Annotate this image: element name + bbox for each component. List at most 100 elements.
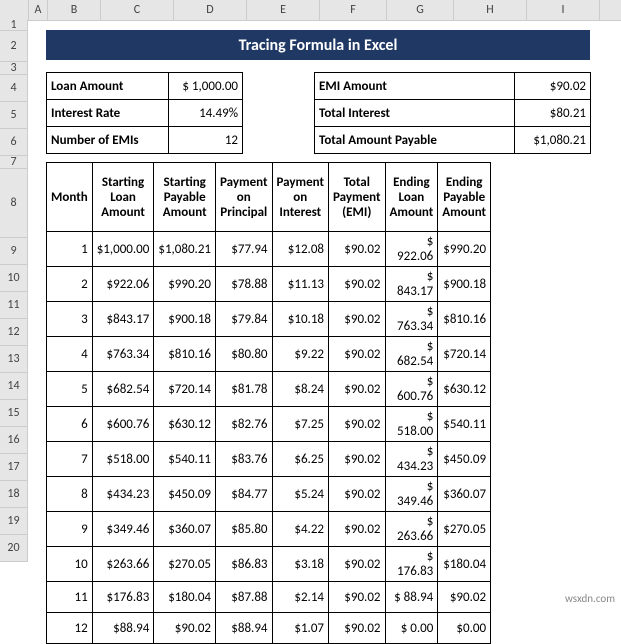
cell[interactable]: $518.00 [92,442,154,477]
col-header-cell[interactable]: Month [47,163,93,232]
select-all-corner[interactable] [0,0,29,20]
cell[interactable]: $ 922.06 [385,232,438,267]
cell[interactable]: $90.02 [329,267,385,302]
cell[interactable]: $5.24 [272,477,329,512]
cell[interactable]: $600.76 [92,407,154,442]
cell[interactable]: $810.16 [154,337,216,372]
col-header-cell[interactable]: Starting Payable Amount [154,163,216,232]
summary-label[interactable]: Loan Amount [47,73,169,99]
cell[interactable]: 10 [47,547,93,582]
cell[interactable]: 7 [47,442,93,477]
cell[interactable]: $3.18 [272,547,329,582]
cell[interactable]: $990.20 [154,267,216,302]
cell[interactable]: 6 [47,407,93,442]
summary-label[interactable]: Number of EMIs [47,127,169,153]
cell[interactable]: 4 [47,337,93,372]
cell[interactable]: $4.22 [272,512,329,547]
cell[interactable]: $270.05 [154,547,216,582]
cell[interactable]: $87.88 [216,582,273,613]
cell[interactable]: $720.14 [438,337,491,372]
cell[interactable]: $ 682.54 [385,337,438,372]
row-header-16[interactable]: 16 [0,427,28,454]
cell[interactable]: $90.02 [438,582,491,613]
cell[interactable]: $ 349.46 [385,477,438,512]
cell[interactable]: $450.09 [438,442,491,477]
cell[interactable]: $450.09 [154,477,216,512]
cell[interactable]: 3 [47,302,93,337]
cell[interactable]: $90.02 [329,407,385,442]
cell[interactable]: $900.18 [154,302,216,337]
cell[interactable]: $180.04 [438,547,491,582]
col-header-B[interactable]: B [48,0,101,20]
cell[interactable]: $270.05 [438,512,491,547]
col-header-cell[interactable]: Ending Payable Amount [438,163,491,232]
col-header-cell[interactable]: Starting Loan Amount [92,163,154,232]
summary-label[interactable]: Interest Rate [47,100,169,126]
cell[interactable]: $90.02 [329,582,385,613]
cell[interactable]: $6.25 [272,442,329,477]
summary-value[interactable]: $ 1,000.00 [169,73,242,99]
cell[interactable]: $80.80 [216,337,273,372]
cell[interactable]: $360.07 [154,512,216,547]
cell[interactable]: $90.02 [329,547,385,582]
cell[interactable]: $540.11 [154,442,216,477]
row-header-11[interactable]: 11 [0,292,28,319]
cell[interactable]: $77.94 [216,232,273,267]
cell[interactable]: $763.34 [92,337,154,372]
cell[interactable]: $ 263.66 [385,512,438,547]
cell[interactable]: $90.02 [329,512,385,547]
cell[interactable]: $10.18 [272,302,329,337]
cell[interactable]: $900.18 [438,267,491,302]
cell[interactable]: $176.83 [92,582,154,613]
col-header-G[interactable]: G [387,0,454,20]
col-header-cell[interactable]: Payment on Interest [272,163,329,232]
cell[interactable]: $990.20 [438,232,491,267]
col-header-A[interactable]: A [29,0,48,20]
cell[interactable]: 9 [47,512,93,547]
cell[interactable]: $ 88.94 [385,582,438,613]
cell[interactable]: $ 434.23 [385,442,438,477]
cell[interactable]: $83.76 [216,442,273,477]
col-header-F[interactable]: F [320,0,387,20]
cell[interactable]: $90.02 [329,372,385,407]
cell[interactable]: $81.78 [216,372,273,407]
col-header-cell[interactable]: Total Payment (EMI) [329,163,385,232]
summary-label[interactable]: Total Amount Payable [315,127,515,153]
cell[interactable]: $90.02 [329,232,385,267]
summary-value[interactable]: 12 [169,127,242,153]
cell[interactable]: 2 [47,267,93,302]
cell[interactable]: $90.02 [154,613,216,644]
cell[interactable]: $630.12 [154,407,216,442]
row-header-9[interactable]: 9 [0,238,28,265]
cell[interactable]: $360.07 [438,477,491,512]
cell[interactable]: 8 [47,477,93,512]
col-header-cell[interactable]: Payment on Principal [216,163,273,232]
cell[interactable]: $8.24 [272,372,329,407]
cell[interactable]: $11.13 [272,267,329,302]
cell[interactable]: $1,000.00 [92,232,154,267]
row-header-19[interactable]: 19 [0,508,28,535]
cell[interactable]: $90.02 [329,442,385,477]
cell[interactable]: 5 [47,372,93,407]
summary-value[interactable]: $1,080.21 [515,127,590,153]
cell[interactable]: $1.07 [272,613,329,644]
cell[interactable]: $540.11 [438,407,491,442]
cell[interactable]: $263.66 [92,547,154,582]
row-header-18[interactable]: 18 [0,481,28,508]
cell[interactable]: $349.46 [92,512,154,547]
col-header-I[interactable]: I [527,0,600,20]
cell[interactable]: $78.88 [216,267,273,302]
col-header-D[interactable]: D [174,0,247,20]
row-header-10[interactable]: 10 [0,265,28,292]
cell[interactable]: $1,080.21 [154,232,216,267]
row-header-14[interactable]: 14 [0,373,28,400]
row-header-20[interactable]: 20 [0,535,28,562]
cell[interactable]: $9.22 [272,337,329,372]
col-header-E[interactable]: E [247,0,320,20]
cell[interactable]: $90.02 [329,337,385,372]
row-header-1[interactable]: 1 [0,20,28,31]
summary-label[interactable]: EMI Amount [315,73,515,99]
row-header-15[interactable]: 15 [0,400,28,427]
cell[interactable]: $ 843.17 [385,267,438,302]
cell[interactable]: $90.02 [329,613,385,644]
